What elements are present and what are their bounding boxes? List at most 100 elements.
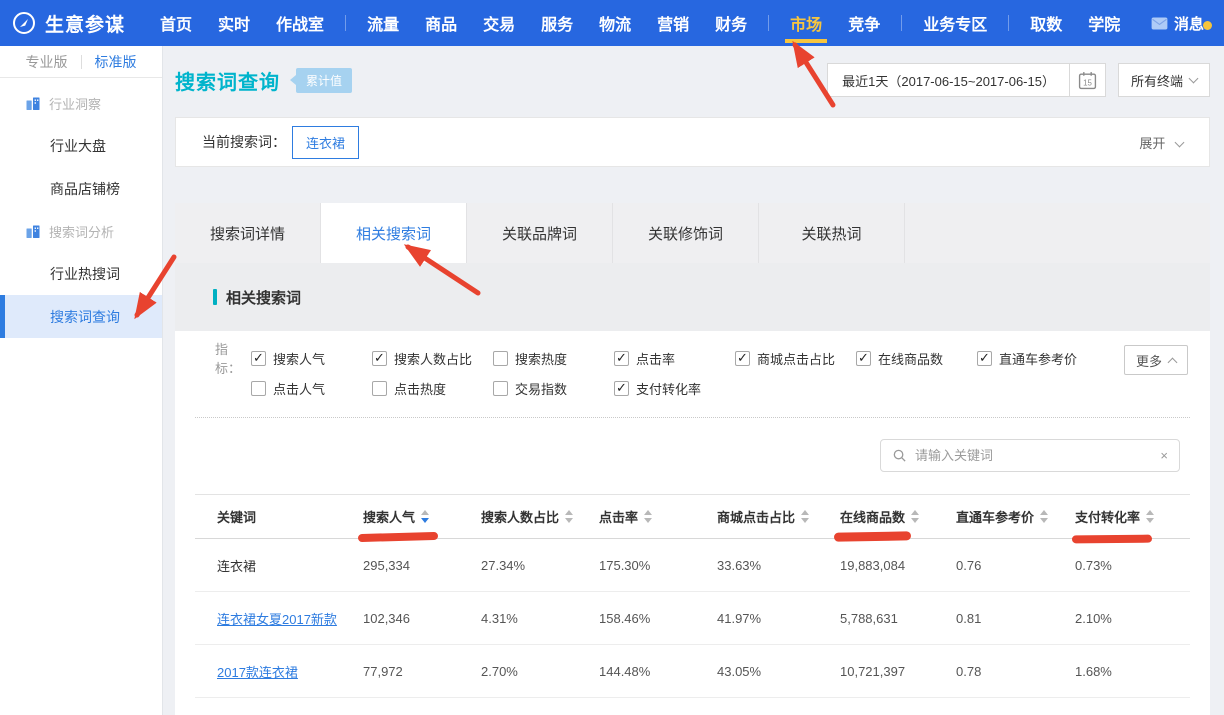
main-content: 搜索词查询 累计值 最近1天（2017-06-15~2017-06-15） 15…: [175, 46, 1210, 715]
keyword-search-box: ×: [880, 439, 1180, 472]
sidebar-item-industry-overview[interactable]: 行业大盘: [0, 124, 162, 167]
tab-related-hot-words[interactable]: 关联热词: [759, 203, 905, 263]
sidebar-group-industry-insight[interactable]: 行业洞察: [0, 82, 162, 124]
filter-row: 指标： 搜索人气 搜索人数占比 搜索热度 点击: [215, 347, 1210, 369]
more-button[interactable]: 更多: [1124, 345, 1188, 375]
building-icon: [26, 97, 40, 110]
nav-item-market[interactable]: 市场: [777, 0, 835, 46]
nav-item-finance[interactable]: 财务: [702, 0, 760, 46]
sidebar-group-search-term-analysis[interactable]: 搜索词分析: [0, 210, 162, 252]
nav-item-service[interactable]: 服务: [528, 0, 586, 46]
col-payment-conversion[interactable]: 支付转化率: [1075, 507, 1190, 526]
keyword-search-input[interactable]: [915, 448, 1152, 463]
expand-label: 展开: [1139, 136, 1165, 151]
col-search-popularity[interactable]: 搜索人气: [363, 507, 481, 526]
filter-label: 点击率: [636, 349, 675, 368]
column-label: 搜索人气: [363, 507, 415, 526]
filter-label: 搜索人数占比: [394, 349, 472, 368]
date-range-picker[interactable]: 最近1天（2017-06-15~2017-06-15） 15: [827, 63, 1106, 97]
cell-value: 0.81: [956, 611, 1075, 626]
sidebar-item-search-term-query[interactable]: 搜索词查询: [0, 295, 162, 338]
current-term-label: 当前搜索词：: [202, 132, 286, 152]
terminal-filter-dropdown[interactable]: 所有终端: [1118, 63, 1210, 97]
cell-keyword-link[interactable]: 2017款连衣裙: [217, 662, 363, 681]
nav-item-goods[interactable]: 商品: [412, 0, 470, 46]
table-header-row: 关键词 搜索人气 搜索人数占比 点击率 商城点击占: [195, 495, 1190, 539]
cell-keyword-link[interactable]: 连衣裙女夏2017新款: [217, 609, 363, 628]
filter-click-popularity: 点击人气: [251, 379, 372, 398]
sort-icon[interactable]: [1146, 510, 1154, 523]
sidebar-item-industry-hot-words[interactable]: 行业热搜词: [0, 252, 162, 295]
cell-value: 1.68%: [1075, 664, 1190, 679]
checkbox[interactable]: [735, 351, 750, 366]
tab-search-term-detail[interactable]: 搜索词详情: [175, 203, 321, 263]
table-row: 连衣裙女夏2017新款 102,346 4.31% 158.46% 41.97%…: [195, 592, 1190, 645]
sort-icon[interactable]: [565, 510, 573, 523]
col-ztc-reference-price[interactable]: 直通车参考价: [956, 507, 1075, 526]
table-row: 2017款连衣裙 77,972 2.70% 144.48% 43.05% 10,…: [195, 645, 1190, 698]
nav-item-marketing[interactable]: 营销: [644, 0, 702, 46]
checkbox[interactable]: [493, 381, 508, 396]
tab-related-search-terms[interactable]: 相关搜索词: [321, 203, 467, 263]
tabs-filler: [905, 203, 1210, 263]
column-label: 商城点击占比: [717, 507, 795, 526]
nav-items: 首页 实时 作战室 流量 商品 交易 服务 物流 营销 财务 市场 竞争 业务专…: [147, 0, 1133, 46]
filter-label: 支付转化率: [636, 379, 701, 398]
col-mall-click-share[interactable]: 商城点击占比: [717, 507, 840, 526]
col-click-rate[interactable]: 点击率: [599, 507, 717, 526]
sort-icon[interactable]: [421, 510, 429, 523]
calendar-button[interactable]: 15: [1069, 64, 1105, 96]
sidebar-tab-standard[interactable]: 标准版: [95, 52, 137, 72]
checkbox[interactable]: [614, 351, 629, 366]
checkbox[interactable]: [372, 381, 387, 396]
tabs-bar: 搜索词详情 相关搜索词 关联品牌词 关联修饰词 关联热词: [175, 203, 1210, 263]
checkbox[interactable]: [977, 351, 992, 366]
sort-icon[interactable]: [911, 510, 919, 523]
tab-related-modifier-words[interactable]: 关联修饰词: [613, 203, 759, 263]
nav-item-home[interactable]: 首页: [147, 0, 205, 46]
metric-filters: 指标： 搜索人气 搜索人数占比 搜索热度 点击: [175, 331, 1210, 399]
brand[interactable]: 生意参谋: [0, 10, 125, 37]
sort-icon[interactable]: [801, 510, 809, 523]
sort-icon[interactable]: [644, 510, 652, 523]
top-nav: 生意参谋 首页 实时 作战室 流量 商品 交易 服务 物流 营销 财务 市场 竞…: [0, 0, 1224, 46]
sidebar-group-label: 行业洞察: [49, 94, 101, 113]
checkbox[interactable]: [372, 351, 387, 366]
clear-icon[interactable]: ×: [1160, 448, 1168, 463]
divider: [81, 55, 82, 69]
expand-toggle[interactable]: 展开: [1139, 133, 1183, 152]
checkbox[interactable]: [856, 351, 871, 366]
chevron-up-icon: [1168, 357, 1178, 367]
sidebar-tab-pro[interactable]: 专业版: [26, 52, 68, 72]
cell-keyword: 连衣裙: [217, 556, 363, 575]
sidebar-item-product-shop-rank[interactable]: 商品店铺榜: [0, 167, 162, 210]
filter-click-heat: 点击热度: [372, 379, 493, 398]
checkbox[interactable]: [251, 351, 266, 366]
nav-divider: [1008, 15, 1009, 31]
current-term-chip[interactable]: 连衣裙: [292, 126, 359, 159]
message-button[interactable]: 消息: [1151, 13, 1224, 34]
nav-item-traffic[interactable]: 流量: [354, 0, 412, 46]
checkbox[interactable]: [614, 381, 629, 396]
nav-divider: [901, 15, 902, 31]
chevron-down-icon: [1175, 137, 1185, 147]
sort-icon[interactable]: [1040, 510, 1048, 523]
col-online-products[interactable]: 在线商品数: [840, 507, 956, 526]
nav-item-realtime[interactable]: 实时: [205, 0, 263, 46]
col-keyword: 关键词: [217, 507, 363, 526]
nav-item-data-fetch[interactable]: 取数: [1017, 0, 1075, 46]
nav-divider: [768, 15, 769, 31]
envelope-icon: [1151, 17, 1168, 30]
nav-item-logistics[interactable]: 物流: [586, 0, 644, 46]
nav-item-academy[interactable]: 学院: [1075, 0, 1133, 46]
tab-related-brand-words[interactable]: 关联品牌词: [467, 203, 613, 263]
nav-item-trade[interactable]: 交易: [470, 0, 528, 46]
checkbox[interactable]: [493, 351, 508, 366]
related-terms-table: 关键词 搜索人气 搜索人数占比 点击率 商城点击占: [195, 494, 1190, 698]
section-content: 指标： 搜索人气 搜索人数占比 搜索热度 点击: [175, 331, 1210, 715]
col-searcher-share[interactable]: 搜索人数占比: [481, 507, 599, 526]
checkbox[interactable]: [251, 381, 266, 396]
nav-item-business-zone[interactable]: 业务专区: [910, 0, 1000, 46]
nav-item-war-room[interactable]: 作战室: [263, 0, 337, 46]
nav-item-competition[interactable]: 竞争: [835, 0, 893, 46]
